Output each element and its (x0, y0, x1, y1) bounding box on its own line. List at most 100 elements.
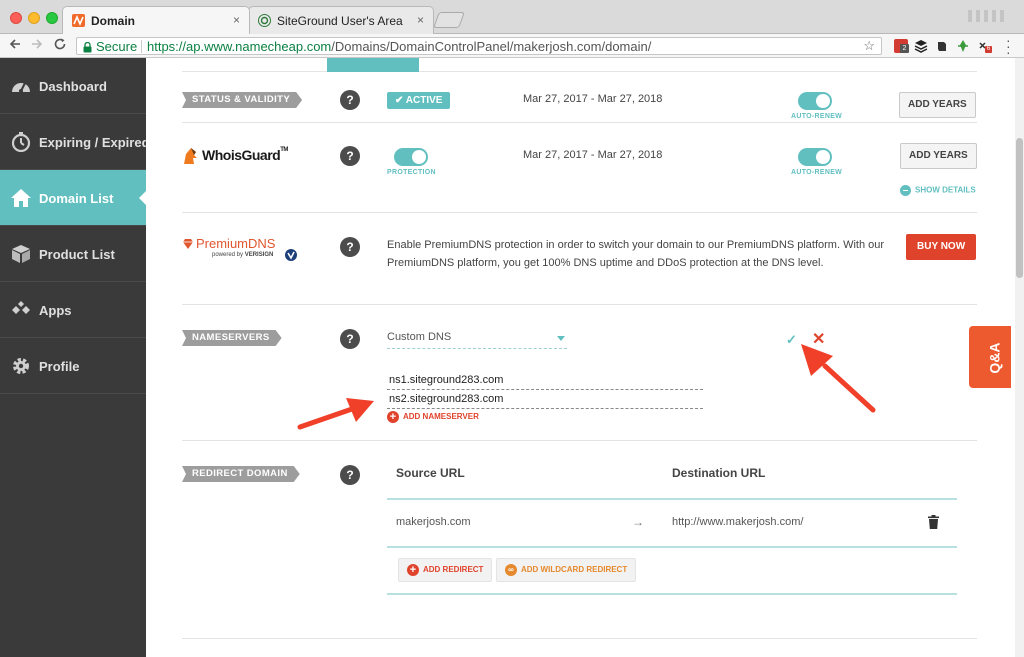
source-url-header: Source URL (396, 466, 465, 480)
calendar-extension-badge: 2 (900, 44, 909, 53)
window-zoom-button[interactable] (46, 12, 58, 24)
status-date-range: Mar 27, 2017 - Mar 27, 2018 (523, 93, 663, 105)
auto-renew-label: AUTO-RENEW (791, 169, 843, 176)
sidebar-item-expiring[interactable]: Expiring / Expired (0, 114, 150, 170)
tab-title: SiteGround User's Area (277, 14, 403, 28)
page-scrollbar[interactable] (1015, 58, 1024, 657)
annotation-arrow-icon (801, 344, 876, 413)
sidebar-item-domain-list[interactable]: Domain List (0, 170, 147, 226)
evernote-elephant-icon[interactable] (935, 39, 949, 53)
sidebar-item-label: Expiring / Expired (39, 135, 150, 150)
help-icon[interactable]: ? (340, 329, 360, 349)
browser-tab-domain[interactable]: Domain × (62, 6, 250, 34)
bookmark-star-icon[interactable]: ☆ (863, 38, 875, 54)
trash-icon[interactable] (928, 515, 939, 529)
profile-name-blurred (968, 10, 1004, 22)
arrow-right-icon: → (632, 515, 644, 529)
omnibox-separator (141, 40, 142, 53)
tab-title: Domain (91, 14, 136, 28)
url-host: https://ap.www.namecheap.com (147, 39, 332, 54)
redirect-source-cell[interactable]: makerjosh.com (396, 516, 471, 528)
nameserver-input-1[interactable]: ns1.siteground283.com (387, 372, 703, 390)
browser-menu-icon[interactable]: · · · (1006, 33, 1011, 59)
whoisguard-logo: WhoisGuardTM (182, 146, 288, 168)
browser-tab-siteground[interactable]: SiteGround User's Area × (248, 6, 434, 34)
active-tab-indicator (327, 58, 419, 72)
sidebar-item-label: Product List (39, 247, 115, 262)
reload-icon[interactable] (51, 37, 69, 55)
tab-close-icon[interactable]: × (417, 13, 424, 27)
help-icon[interactable]: ? (340, 90, 360, 110)
protection-label: PROTECTION (387, 169, 436, 176)
help-icon[interactable]: ? (340, 465, 360, 485)
add-years-button[interactable]: ADD YEARS (899, 92, 976, 118)
dns-type-select[interactable]: Custom DNS (387, 331, 567, 349)
whoisguard-logo-text: WhoisGuardTM (202, 147, 288, 163)
show-details-link[interactable]: SHOW DETAILS (900, 185, 976, 196)
address-bar[interactable]: Secure https://ap.www.namecheap.com/Doma… (76, 37, 882, 55)
plus-circle-icon: + (407, 563, 419, 576)
stopwatch-icon (10, 132, 32, 153)
row-divider (182, 440, 977, 441)
namecheap-favicon-icon (72, 14, 85, 27)
destination-url-header: Destination URL (672, 466, 766, 480)
caret-down-icon (557, 336, 565, 341)
row-divider (182, 212, 977, 213)
table-header-divider (387, 498, 957, 500)
sidebar-item-profile[interactable]: Profile (0, 338, 146, 394)
sidebar-item-label: Profile (39, 359, 80, 374)
nameservers-label: NAMESERVERS (182, 330, 282, 346)
whoisguard-wordmark: WhoisGuard (202, 147, 281, 163)
dns-type-value: Custom DNS (387, 331, 452, 343)
powered-by-verisign: powered by VERISIGN (212, 252, 273, 258)
add-redirect-button[interactable]: + ADD REDIRECT (398, 558, 493, 582)
buy-now-button[interactable]: BUY NOW (906, 234, 977, 260)
sidebar-item-product-list[interactable]: Product List (0, 226, 146, 282)
add-wildcard-label: ADD WILDCARD REDIRECT (521, 565, 628, 574)
qa-tab-label: Q&A (986, 342, 1003, 374)
sidebar-item-dashboard[interactable]: Dashboard (0, 58, 146, 114)
row-divider (182, 304, 977, 305)
add-years-button[interactable]: ADD YEARS (900, 143, 977, 169)
redirect-destination-cell[interactable]: http://www.makerjosh.com/ (672, 516, 803, 528)
scrollbar-thumb[interactable] (1016, 138, 1023, 278)
tab-close-icon[interactable]: × (233, 13, 240, 27)
protection-toggle[interactable] (394, 148, 428, 166)
add-redirect-label: ADD REDIRECT (423, 565, 484, 574)
sidebar-item-label: Apps (39, 303, 72, 318)
premiumdns-logo: PremiumDNS powered by VERISIGN (182, 236, 302, 264)
help-icon[interactable]: ? (340, 237, 360, 257)
url-path: /Domains/DomainControlPanel/makerjosh.co… (331, 39, 652, 54)
infinity-circle-icon: ∞ (505, 563, 517, 576)
verisign-label: VERISIGN (244, 252, 274, 258)
sidebar: Dashboard Expiring / Expired Domain List… (0, 58, 150, 657)
speedometer-icon (10, 76, 32, 96)
auto-renew-label: AUTO-RENEW (791, 113, 843, 120)
premiumdns-diamond-icon (183, 239, 193, 249)
buffer-stack-icon[interactable] (914, 39, 928, 53)
new-tab-button[interactable] (433, 12, 465, 28)
forward-arrow-icon[interactable] (28, 37, 46, 55)
grammar-leaf-icon[interactable] (956, 39, 970, 53)
lastpass-extension-icon[interactable]: 6 (978, 39, 992, 53)
back-arrow-icon[interactable] (6, 37, 24, 55)
table-row-divider (387, 546, 957, 548)
window-close-button[interactable] (10, 12, 22, 24)
add-wildcard-redirect-button[interactable]: ∞ ADD WILDCARD REDIRECT (496, 558, 637, 582)
help-icon[interactable]: ? (340, 146, 360, 166)
lastpass-extension-badge: 6 (986, 46, 991, 52)
nameserver-input-2[interactable]: ns2.siteground283.com (387, 391, 703, 409)
premiumdns-description: Enable PremiumDNS protection in order to… (387, 239, 885, 269)
secure-label: Secure (96, 39, 138, 54)
auto-renew-toggle[interactable] (798, 148, 832, 166)
calendar-extension-icon[interactable]: 2 (894, 39, 909, 53)
window-minimize-button[interactable] (28, 12, 40, 24)
sidebar-item-label: Dashboard (39, 79, 107, 94)
qa-tab[interactable]: Q&A (969, 326, 1011, 388)
browser-toolbar: Secure https://ap.www.namecheap.com/Doma… (0, 33, 1024, 59)
add-nameserver-link[interactable]: + ADD NAMESERVER (387, 411, 479, 423)
premiumdns-wordmark: PremiumDNS (196, 236, 276, 251)
sidebar-item-apps[interactable]: Apps (0, 282, 146, 338)
auto-renew-toggle[interactable] (798, 92, 832, 110)
verisign-check-icon (285, 249, 297, 261)
